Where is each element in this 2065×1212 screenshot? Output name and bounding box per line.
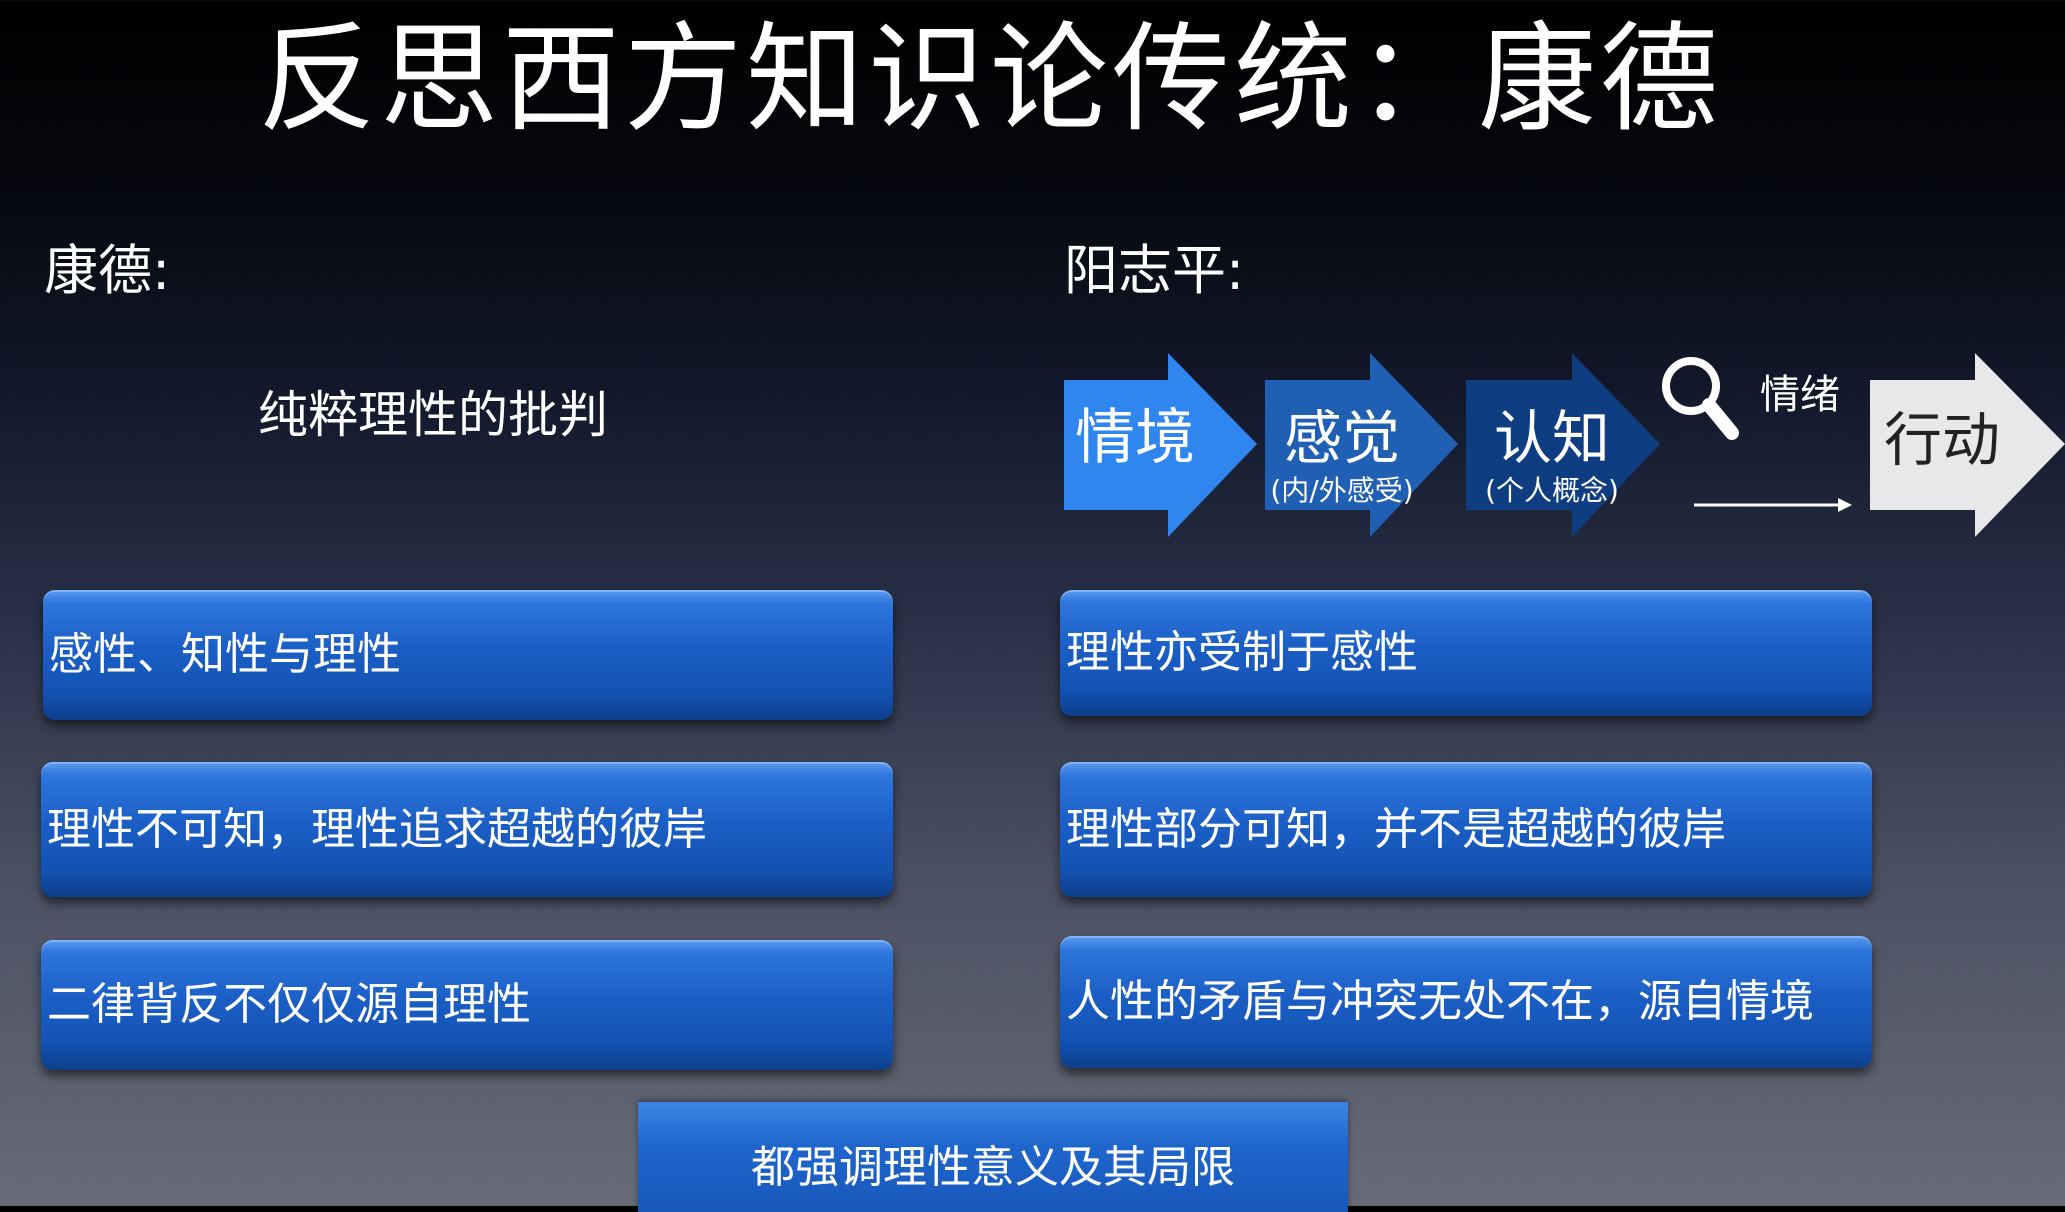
flow-step-sensation: 感觉 <box>1284 404 1400 472</box>
cognition-flow-diagram: 情境 感觉 (内/外感受) 认知 (个人概念) 行动 情绪 <box>1064 353 2065 537</box>
yang-point-3: 人性的矛盾与冲突无处不在，源自情境 <box>1060 936 1872 1068</box>
flow-emotion-label: 情绪 <box>1760 372 1840 418</box>
yang-point-3-text: 人性的矛盾与冲突无处不在，源自情境 <box>1066 976 1814 1027</box>
flow-emotion-arrow <box>1694 498 1852 512</box>
kant-point-2-text: 理性不可知，理性追求超越的彼岸 <box>47 803 707 855</box>
kant-point-3: 二律背反不仅仅源自理性 <box>41 940 893 1070</box>
flow-step-sensation-note: (内/外感受) <box>1270 474 1413 507</box>
magnifier-icon <box>1662 357 1739 440</box>
kant-book-title: 纯粹理性的批判 <box>258 386 608 444</box>
flow-step-cognition-note: (个人概念) <box>1485 474 1619 507</box>
kant-point-1: 感性、知性与理性 <box>43 590 893 720</box>
slide-title: 反思西方知识论传统：康德 <box>257 10 1722 148</box>
kant-point-1-text: 感性、知性与理性 <box>49 629 401 680</box>
yang-heading: 阳志平: <box>1064 239 1245 302</box>
kant-point-3-text: 二律背反不仅仅源自理性 <box>47 979 531 1030</box>
flow-step-situation: 情境 <box>1075 403 1195 473</box>
kant-point-2: 理性不可知，理性追求超越的彼岸 <box>41 762 893 897</box>
flow-step-action: 行动 <box>1884 406 2000 474</box>
conclusion-banner: 都强调理性意义及其局限 <box>638 1102 1348 1212</box>
flow-step-cognition: 认知 <box>1494 404 1610 472</box>
yang-point-1: 理性亦受制于感性 <box>1060 590 1872 716</box>
yang-point-2: 理性部分可知，并不是超越的彼岸 <box>1060 762 1872 897</box>
yang-point-2-text: 理性部分可知，并不是超越的彼岸 <box>1066 803 1726 855</box>
yang-point-1-text: 理性亦受制于感性 <box>1066 627 1418 678</box>
kant-heading: 康德: <box>44 239 171 302</box>
